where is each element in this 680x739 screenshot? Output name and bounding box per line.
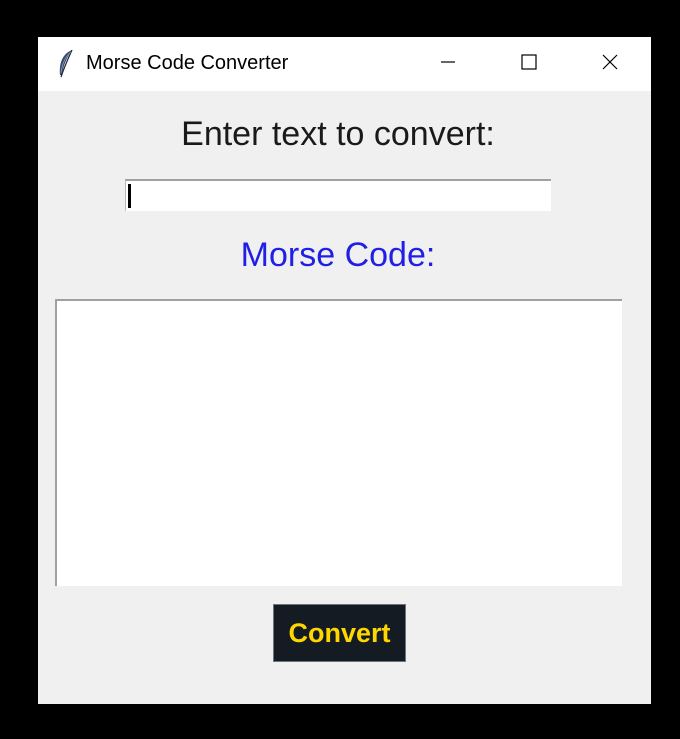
window-title: Morse Code Converter — [86, 52, 289, 74]
app-window: Morse Code Converter Enter text to conve… — [38, 37, 651, 704]
morse-output-area[interactable] — [55, 299, 622, 586]
text-input[interactable] — [125, 179, 551, 211]
convert-button[interactable]: Convert — [273, 604, 406, 662]
text-cursor — [128, 184, 131, 208]
morse-code-label: Morse Code: — [240, 236, 436, 274]
close-button[interactable] — [570, 37, 650, 91]
title-bar[interactable]: Morse Code Converter — [38, 37, 651, 91]
minimize-button[interactable] — [408, 37, 488, 91]
maximize-icon — [520, 53, 538, 76]
input-label: Enter text to convert: — [181, 115, 495, 153]
minimize-icon — [439, 53, 457, 76]
maximize-button[interactable] — [489, 37, 569, 91]
close-icon — [601, 53, 619, 76]
feather-icon — [56, 49, 76, 79]
